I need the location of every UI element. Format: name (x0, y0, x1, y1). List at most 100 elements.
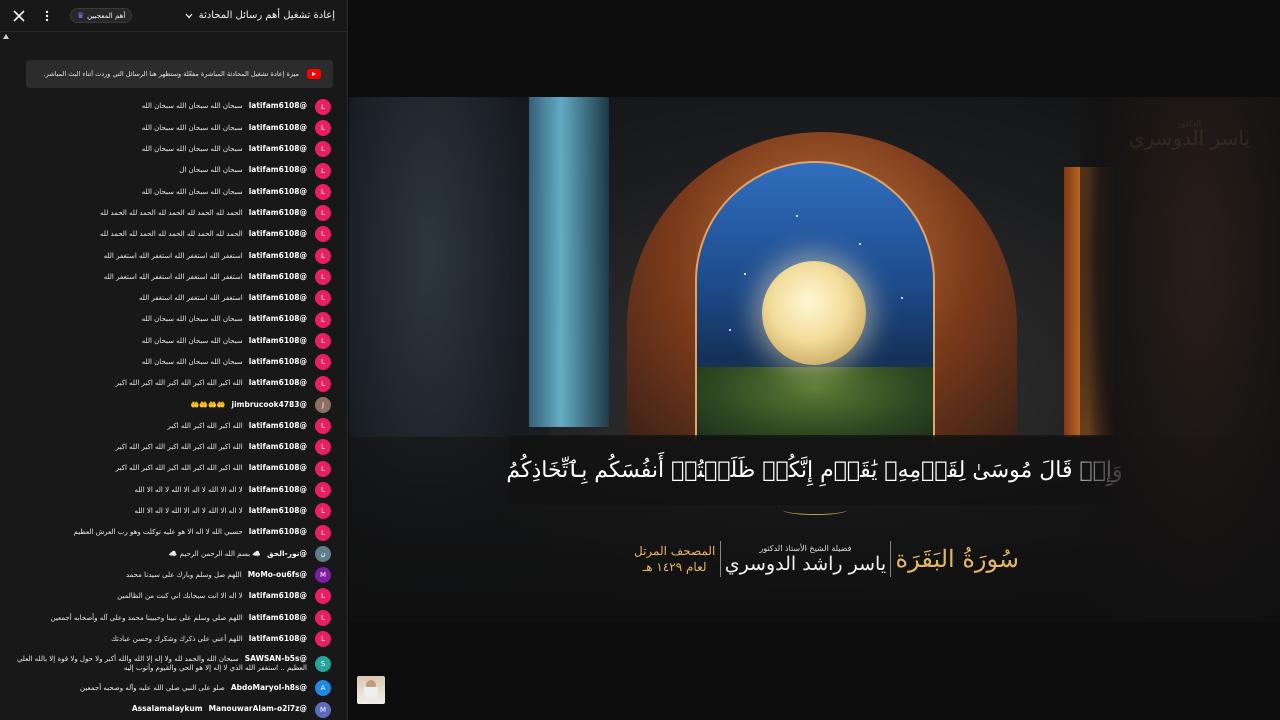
chat-message[interactable]: L @latifam6108 سبحان الله سبحان ال (4, 160, 331, 181)
author-avatar[interactable]: L (315, 439, 331, 456)
author-avatar[interactable]: L (315, 141, 331, 158)
author-name[interactable]: @latifam6108 (249, 634, 307, 643)
author-avatar[interactable]: L (315, 503, 331, 520)
author-avatar[interactable]: L (315, 183, 331, 200)
author-avatar[interactable]: L (315, 119, 331, 136)
chat-message[interactable]: L @latifam6108 الله اكبر الله اكبر الله اك… (4, 415, 331, 436)
author-avatar[interactable]: S (315, 655, 331, 672)
author-avatar[interactable]: L (315, 460, 331, 477)
chat-message[interactable]: L @latifam6108 سبحان الله سبحان الله سبحان… (4, 352, 331, 373)
author-avatar[interactable]: L (315, 247, 331, 264)
close-icon[interactable] (8, 5, 30, 27)
author-avatar[interactable]: A (315, 680, 331, 697)
author-name[interactable]: @latifam6108 (249, 101, 307, 110)
author-avatar[interactable]: L (315, 631, 331, 648)
author-name[interactable]: @latifam6108 (249, 165, 307, 174)
chat-message[interactable]: L @latifam6108 اللهم صلي وسلم على نبينا وح… (4, 607, 331, 628)
chat-message[interactable]: L @latifam6108 الله اكبر الله اكبر الله اك… (4, 458, 331, 479)
chat-message[interactable]: L @latifam6108 سبحان الله سبحان الله سبحان… (4, 330, 331, 351)
chat-message[interactable]: L @latifam6108 سبحان الله سبحان الله سبحان… (4, 117, 331, 138)
message-text: الحمد لله الحمد لله الحمد لله الحمد لله … (100, 208, 243, 217)
chat-message[interactable]: L @latifam6108 لا اله الا انت سبحانك اني ك… (4, 586, 331, 607)
chat-message[interactable]: J @jimbrucook4783 🤲🤲🤲🤲 (4, 394, 331, 415)
chat-message[interactable]: L @latifam6108 الله اكبر الله اكبر الله اك… (4, 437, 331, 458)
author-avatar[interactable]: L (315, 290, 331, 307)
chat-mode-selector[interactable]: إعادة تشغيل أهم رسائل المحادثة (185, 10, 335, 21)
message-body: @latifam6108 سبحان الله سبحان الله سبحان … (142, 123, 307, 133)
author-avatar[interactable]: L (315, 205, 331, 222)
author-name[interactable]: @latifam6108 (249, 378, 307, 387)
author-name[interactable]: @نور-الحق (267, 549, 307, 558)
author-name[interactable]: @latifam6108 (249, 336, 307, 345)
video-player[interactable]: وَإِذۡ قَالَ مُوسَىٰ لِقَوۡمِهِۦ يَٰقَوۡ… (349, 0, 1280, 720)
author-avatar[interactable]: L (315, 588, 331, 605)
author-name[interactable]: @latifam6108 (249, 442, 307, 451)
author-name[interactable]: @latifam6108 (249, 144, 307, 153)
author-name[interactable]: @jimbrucook4783 (232, 400, 307, 409)
author-name[interactable]: @latifam6108 (249, 314, 307, 323)
author-name[interactable]: @latifam6108 (249, 357, 307, 366)
author-name[interactable]: @latifam6108 (249, 527, 307, 536)
chat-message[interactable]: L @latifam6108 الله اكبر الله اكبر الله اك… (4, 373, 331, 394)
author-avatar[interactable]: M (315, 567, 331, 584)
author-avatar[interactable]: J (315, 396, 331, 413)
author-avatar[interactable]: L (315, 226, 331, 243)
chat-message[interactable]: L @latifam6108 سبحان الله سبحان الله سبحان… (4, 96, 331, 117)
author-avatar[interactable]: L (315, 481, 331, 498)
author-name[interactable]: @latifam6108 (249, 251, 307, 260)
chat-message[interactable]: L @latifam6108 حسبي الله لا اله الا هو علي… (4, 522, 331, 543)
chat-message[interactable]: M @ManouwarAlam-o2i7z Assalamalaykum (4, 699, 331, 720)
author-name[interactable]: @latifam6108 (249, 272, 307, 281)
chat-message[interactable]: S @SAWSAN-b5sسبحان الله والحمد لله ولا إل… (4, 650, 331, 678)
author-name[interactable]: @SAWSAN-b5s (245, 654, 307, 663)
author-name[interactable]: @latifam6108 (249, 485, 307, 494)
chat-message[interactable]: L @latifam6108 سبحان الله سبحان الله سبحان… (4, 181, 331, 202)
author-avatar[interactable]: L (315, 98, 331, 115)
author-name[interactable]: @latifam6108 (249, 463, 307, 472)
chat-message[interactable]: L @latifam6108 استغفر الله استغفر الله است… (4, 245, 331, 266)
chat-message[interactable]: L @latifam6108 سبحان الله سبحان الله سبحان… (4, 309, 331, 330)
channel-avatar-thumbnail[interactable] (357, 676, 385, 704)
chat-message[interactable]: L @latifam6108 الحمد لله الحمد لله الحمد ل… (4, 224, 331, 245)
chat-message[interactable]: L @latifam6108 لا اله الا الله لا اله الا … (4, 479, 331, 500)
author-name[interactable]: @latifam6108 (249, 421, 307, 430)
author-name[interactable]: @AbdoMaryol-h8s (231, 683, 307, 692)
author-name[interactable]: @latifam6108 (249, 187, 307, 196)
author-name[interactable]: @latifam6108 (249, 506, 307, 515)
author-name[interactable]: @latifam6108 (249, 613, 307, 622)
author-avatar[interactable]: L (315, 332, 331, 349)
mushaf-line-2: لعام ١٤٢٩ هـ (642, 560, 707, 574)
chat-message[interactable]: L @latifam6108 استغفر الله استغفر الله است… (4, 266, 331, 287)
author-name[interactable]: @latifam6108 (249, 123, 307, 132)
author-avatar[interactable]: ن (315, 545, 331, 562)
author-name[interactable]: @latifam6108 (249, 591, 307, 600)
author-name[interactable]: @latifam6108 (249, 229, 307, 238)
chat-message[interactable]: ن @نور-الحق ☁️ بسم الله الرحمن الرحيم ☁️ (4, 543, 331, 564)
author-avatar[interactable]: L (315, 609, 331, 626)
chat-message[interactable]: L @latifam6108 سبحان الله سبحان الله سبحان… (4, 139, 331, 160)
chat-message[interactable]: M @MoMo-ou6fs اللهم صل وسلم وبارك على سيدن… (4, 565, 331, 586)
author-avatar[interactable]: L (315, 375, 331, 392)
author-avatar[interactable]: L (315, 524, 331, 541)
message-body: @latifam6108 لا اله الا الله لا اله الا ا… (134, 506, 307, 516)
author-name[interactable]: @latifam6108 (249, 293, 307, 302)
author-avatar[interactable]: L (315, 269, 331, 286)
chat-message[interactable]: L @latifam6108 الحمد لله الحمد لله الحمد ل… (4, 202, 331, 223)
chat-message[interactable]: L @latifam6108 لا اله الا الله لا اله الا … (4, 501, 331, 522)
author-avatar[interactable]: L (315, 418, 331, 435)
author-avatar[interactable]: M (315, 701, 331, 718)
chat-message[interactable]: L @latifam6108 استغفر الله استغفر الله است… (4, 288, 331, 309)
replay-notice: ميزة إعادة تشغيل المحادثة المباشرة مفعّل… (26, 60, 333, 88)
scroll-up-arrow[interactable] (0, 32, 347, 44)
author-name[interactable]: @MoMo-ou6fs (248, 570, 307, 579)
author-name[interactable]: @latifam6108 (249, 208, 307, 217)
more-options-icon[interactable] (36, 5, 58, 27)
author-avatar[interactable]: L (315, 162, 331, 179)
chat-message-list[interactable]: L @latifam6108 سبحان الله سبحان الله سبحان… (0, 94, 347, 720)
chat-message[interactable]: L @latifam6108 اللهم أعني على ذكرك وشكرك و… (4, 628, 331, 649)
author-name[interactable]: @ManouwarAlam-o2i7z (209, 704, 307, 713)
author-avatar[interactable]: L (315, 311, 331, 328)
author-avatar[interactable]: L (315, 354, 331, 371)
top-fans-badge[interactable]: ♛ أهم المعجبين (70, 8, 133, 23)
chat-message[interactable]: A @AbdoMaryol-h8s صلو على النبي صلى الله ع… (4, 678, 331, 699)
